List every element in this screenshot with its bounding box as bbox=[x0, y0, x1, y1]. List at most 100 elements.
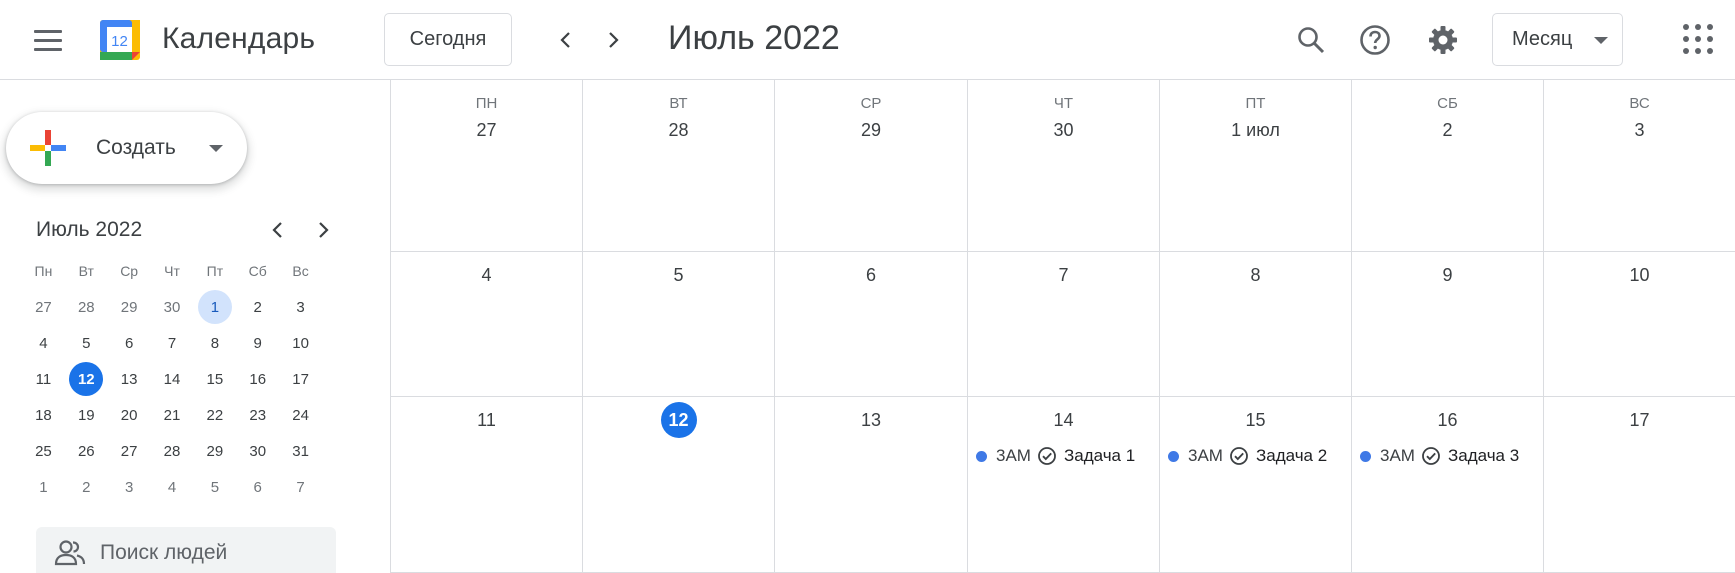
month-day-cell[interactable]: 13 bbox=[775, 397, 968, 572]
mini-calendar-day[interactable]: 27 bbox=[22, 289, 65, 325]
month-day-cell[interactable]: 9 bbox=[1352, 252, 1544, 396]
mini-calendar-day[interactable]: 5 bbox=[65, 325, 108, 361]
mini-calendar-day[interactable]: 24 bbox=[279, 397, 322, 433]
mini-calendar-day[interactable]: 29 bbox=[193, 433, 236, 469]
day-number[interactable]: 10 bbox=[1544, 265, 1735, 286]
day-number[interactable]: 30 bbox=[968, 120, 1159, 141]
today-button[interactable]: Сегодня bbox=[384, 13, 512, 66]
event-chip[interactable]: 3АМ Задача 2 bbox=[1166, 443, 1346, 469]
mini-calendar-day[interactable]: 3 bbox=[279, 289, 322, 325]
mini-calendar-day[interactable]: 17 bbox=[279, 361, 322, 397]
mini-calendar-day[interactable]: 20 bbox=[108, 397, 151, 433]
month-day-cell[interactable]: 5 bbox=[583, 252, 775, 396]
mini-calendar-day[interactable]: 19 bbox=[65, 397, 108, 433]
month-day-cell[interactable]: ВС 3 bbox=[1544, 80, 1735, 251]
help-button[interactable] bbox=[1355, 20, 1395, 60]
day-number[interactable]: 3 bbox=[1544, 120, 1735, 141]
mini-calendar-day[interactable]: 6 bbox=[236, 469, 279, 505]
day-number[interactable]: 29 bbox=[775, 120, 967, 141]
search-button[interactable] bbox=[1291, 20, 1331, 60]
mini-calendar-day[interactable]: 18 bbox=[22, 397, 65, 433]
day-number[interactable]: 13 bbox=[775, 410, 967, 431]
mini-calendar-day[interactable]: 2 bbox=[236, 289, 279, 325]
mini-next-month-button[interactable] bbox=[309, 214, 337, 246]
month-day-cell[interactable]: ВТ 28 bbox=[583, 80, 775, 251]
view-selector[interactable]: Месяц bbox=[1492, 13, 1623, 66]
day-number[interactable]: 7 bbox=[968, 265, 1159, 286]
day-number[interactable]: 11 bbox=[391, 410, 582, 431]
day-number[interactable]: 17 bbox=[1544, 410, 1735, 431]
mini-calendar-day[interactable]: 30 bbox=[151, 289, 194, 325]
mini-calendar-day[interactable]: 4 bbox=[151, 469, 194, 505]
day-number[interactable]: 15 bbox=[1160, 410, 1351, 431]
apps-grid-icon[interactable] bbox=[1683, 24, 1713, 54]
month-day-cell[interactable]: 10 bbox=[1544, 252, 1735, 396]
mini-calendar-day[interactable]: 22 bbox=[193, 397, 236, 433]
mini-calendar-day[interactable]: 5 bbox=[193, 469, 236, 505]
month-day-cell[interactable]: 4 bbox=[391, 252, 583, 396]
mini-calendar-day[interactable]: 30 bbox=[236, 433, 279, 469]
day-number[interactable]: 4 bbox=[391, 265, 582, 286]
month-day-cell[interactable]: ПТ 1 июл bbox=[1160, 80, 1352, 251]
mini-calendar-day[interactable]: 23 bbox=[236, 397, 279, 433]
mini-calendar-day[interactable]: 1 bbox=[22, 469, 65, 505]
previous-period-button[interactable] bbox=[546, 20, 586, 60]
month-day-cell[interactable]: 12 bbox=[583, 397, 775, 572]
mini-calendar-day[interactable]: 7 bbox=[279, 469, 322, 505]
mini-prev-month-button[interactable] bbox=[264, 214, 292, 246]
month-day-cell[interactable]: 6 bbox=[775, 252, 968, 396]
day-number[interactable]: 14 bbox=[968, 410, 1159, 431]
month-day-cell[interactable]: 17 bbox=[1544, 397, 1735, 572]
mini-calendar-day[interactable]: 28 bbox=[151, 433, 194, 469]
settings-button[interactable] bbox=[1423, 20, 1463, 60]
month-day-cell[interactable]: 14 3АМ Задача 1 bbox=[968, 397, 1160, 572]
people-search[interactable] bbox=[36, 527, 336, 573]
people-search-input[interactable] bbox=[100, 539, 320, 567]
create-button[interactable]: Создать bbox=[6, 112, 247, 184]
mini-calendar-day[interactable]: 11 bbox=[22, 361, 65, 397]
mini-calendar-day[interactable]: 10 bbox=[279, 325, 322, 361]
day-number[interactable]: 9 bbox=[1352, 265, 1543, 286]
month-day-cell[interactable]: 11 bbox=[391, 397, 583, 572]
mini-calendar-day[interactable]: 4 bbox=[22, 325, 65, 361]
hamburger-menu-icon[interactable] bbox=[28, 24, 68, 56]
mini-calendar-day[interactable]: 7 bbox=[151, 325, 194, 361]
mini-calendar-day[interactable]: 9 bbox=[236, 325, 279, 361]
mini-calendar-day[interactable]: 8 bbox=[193, 325, 236, 361]
mini-calendar-day[interactable]: 13 bbox=[108, 361, 151, 397]
event-chip[interactable]: 3АМ Задача 3 bbox=[1358, 443, 1538, 469]
mini-calendar-day[interactable]: 27 bbox=[108, 433, 151, 469]
mini-calendar-day[interactable]: 14 bbox=[151, 361, 194, 397]
mini-calendar-day[interactable]: 2 bbox=[65, 469, 108, 505]
month-day-cell[interactable]: 16 3АМ Задача 3 bbox=[1352, 397, 1544, 572]
mini-calendar-day[interactable]: 28 bbox=[65, 289, 108, 325]
month-day-cell[interactable]: ПН 27 bbox=[391, 80, 583, 251]
event-chip[interactable]: 3АМ Задача 1 bbox=[974, 443, 1154, 469]
month-day-cell[interactable]: 15 3АМ Задача 2 bbox=[1160, 397, 1352, 572]
mini-calendar-day[interactable]: 3 bbox=[108, 469, 151, 505]
month-day-cell[interactable]: СР 29 bbox=[775, 80, 968, 251]
day-number[interactable]: 8 bbox=[1160, 265, 1351, 286]
day-number[interactable]: 1 июл bbox=[1160, 120, 1351, 141]
day-number[interactable]: 27 bbox=[391, 120, 582, 141]
mini-calendar-day[interactable]: 6 bbox=[108, 325, 151, 361]
mini-calendar-day[interactable]: 26 bbox=[65, 433, 108, 469]
mini-calendar-day[interactable]: 16 bbox=[236, 361, 279, 397]
month-day-cell[interactable]: 8 bbox=[1160, 252, 1352, 396]
next-period-button[interactable] bbox=[593, 20, 633, 60]
mini-calendar-day[interactable]: 15 bbox=[193, 361, 236, 397]
mini-calendar-day[interactable]: 1 bbox=[193, 289, 236, 325]
day-number[interactable]: 16 bbox=[1352, 410, 1543, 431]
mini-calendar-day[interactable]: 21 bbox=[151, 397, 194, 433]
day-number[interactable]: 2 bbox=[1352, 120, 1543, 141]
day-number[interactable]: 28 bbox=[583, 120, 774, 141]
mini-calendar-day[interactable]: 29 bbox=[108, 289, 151, 325]
today-day-number[interactable]: 12 bbox=[660, 402, 697, 438]
mini-calendar-day[interactable]: 25 bbox=[22, 433, 65, 469]
mini-calendar-day[interactable]: 12 bbox=[65, 361, 108, 397]
mini-calendar-day[interactable]: 31 bbox=[279, 433, 322, 469]
month-day-cell[interactable]: 7 bbox=[968, 252, 1160, 396]
day-number[interactable]: 5 bbox=[583, 265, 774, 286]
day-number[interactable]: 6 bbox=[775, 265, 967, 286]
month-day-cell[interactable]: СБ 2 bbox=[1352, 80, 1544, 251]
